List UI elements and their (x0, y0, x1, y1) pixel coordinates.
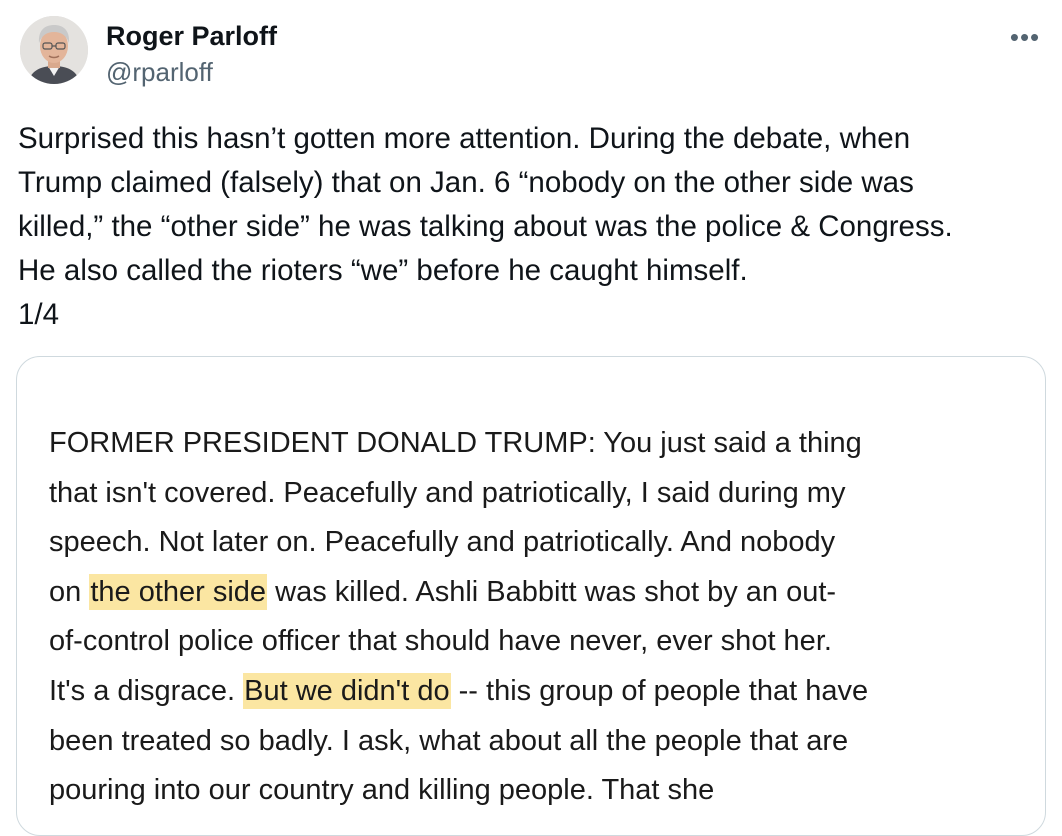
transcript-segment: of-control police officer that should ha… (49, 625, 832, 658)
more-horizontal-icon: ••• (1009, 21, 1041, 52)
tweet-media-image[interactable]: FORMER PRESIDENT DONALD TRUMP: You just … (16, 356, 1046, 836)
transcript-line: FORMER PRESIDENT DONALD TRUMP: You just … (49, 419, 1039, 469)
author-name[interactable]: Roger Parloff (106, 20, 277, 52)
transcript-text: FORMER PRESIDENT DONALD TRUMP: You just … (49, 419, 1039, 816)
transcript-segment: was killed. Ashli Babbitt was shot by an… (267, 575, 837, 608)
transcript-line: on the other side was killed. Ashli Babb… (49, 568, 1039, 618)
tweet-text-line: 1/4 (18, 298, 60, 331)
highlighted-phrase: the other side (89, 573, 268, 610)
tweet-text-line: Surprised this hasn’t gotten more attent… (18, 122, 911, 155)
transcript-segment: It's a disgrace. (49, 674, 244, 707)
highlighted-phrase: But we didn't do (243, 672, 451, 709)
transcript-segment: pouring into our country and killing peo… (49, 774, 715, 807)
more-options-button[interactable]: ••• (1008, 22, 1042, 52)
tweet-text: Surprised this hasn’t gotten more attent… (18, 117, 1038, 337)
transcript-segment: been treated so badly. I ask, what about… (49, 724, 849, 757)
transcript-line: pouring into our country and killing peo… (49, 766, 1039, 816)
avatar-photo (20, 16, 88, 84)
tweet-text-line: He also called the rioters “we” before h… (18, 254, 748, 287)
transcript-line: It's a disgrace. But we didn't do -- thi… (49, 667, 1039, 717)
transcript-segment: -- this group of people that have (450, 674, 869, 707)
author-handle[interactable]: @rparloff (106, 56, 213, 88)
author-avatar[interactable] (20, 16, 88, 84)
transcript-segment: FORMER PRESIDENT DONALD TRUMP: You just … (49, 427, 862, 459)
transcript-line: of-control police officer that should ha… (49, 617, 1039, 667)
tweet-text-line: Trump claimed (falsely) that on Jan. 6 “… (18, 166, 914, 199)
tweet-text-line: killed,” the “other side” he was talking… (18, 210, 953, 243)
transcript-segment: on (49, 575, 90, 608)
transcript-line: that isn't covered. Peacefully and patri… (49, 469, 1039, 519)
transcript-line: been treated so badly. I ask, what about… (49, 717, 1039, 767)
transcript-segment: that isn't covered. Peacefully and patri… (49, 476, 846, 509)
transcript-segment: speech. Not later on. Peacefully and pat… (49, 526, 836, 559)
transcript-line: speech. Not later on. Peacefully and pat… (49, 518, 1039, 568)
